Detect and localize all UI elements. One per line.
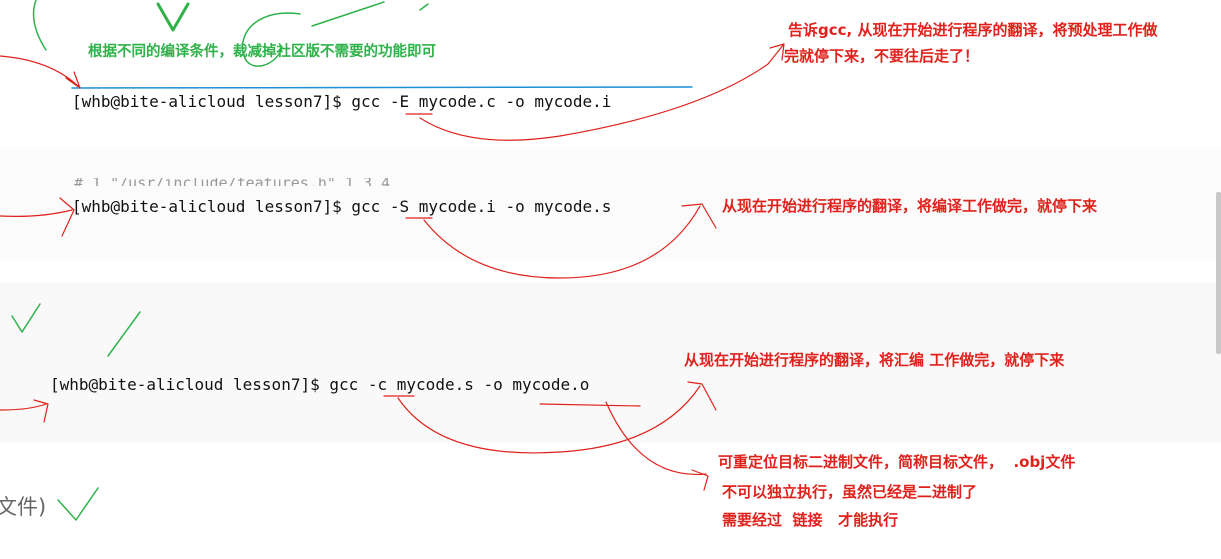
note-preprocess-line1: 告诉gcc, 从现在开始进行程序的翻译，将预处理工作做 — [788, 21, 1158, 39]
terminal-command-assemble: [whb@bite-alicloud lesson7]$ gcc -c myco… — [50, 375, 590, 394]
note-object-line2: 不可以独立执行，虽然已经是二进制了 — [722, 483, 978, 501]
terminal-command-compile: [whb@bite-alicloud lesson7]$ gcc -S myco… — [72, 197, 612, 216]
note-compile: 从现在开始进行程序的翻译，将编译工作做完，就停下来 — [722, 197, 1098, 215]
partial-document-text: 文件) — [0, 495, 47, 519]
green-note-conditional-compile: 根据不同的编译条件，裁减掉社区版不需要的功能即可 — [88, 44, 436, 60]
note-object-line3: 需要经过 链接 才能执行 — [722, 511, 899, 529]
green-checkmark-bottom — [57, 487, 99, 521]
terminal-command-preprocess: [whb@bite-alicloud lesson7]$ gcc -E myco… — [72, 92, 612, 111]
note-assemble: 从现在开始进行程序的翻译，将汇编 工作做完，就停下来 — [684, 351, 1065, 369]
terminal-partial-output-line: # 1 "/usr/include/features.h" 1 3 4 — [74, 178, 390, 186]
note-object-line1: 可重定位目标二进制文件，简称目标文件， .obj文件 — [718, 453, 1076, 471]
vertical-scrollbar[interactable] — [1216, 192, 1221, 354]
note-preprocess-line2: 完就停下来，不要往后走了！ — [784, 47, 980, 65]
